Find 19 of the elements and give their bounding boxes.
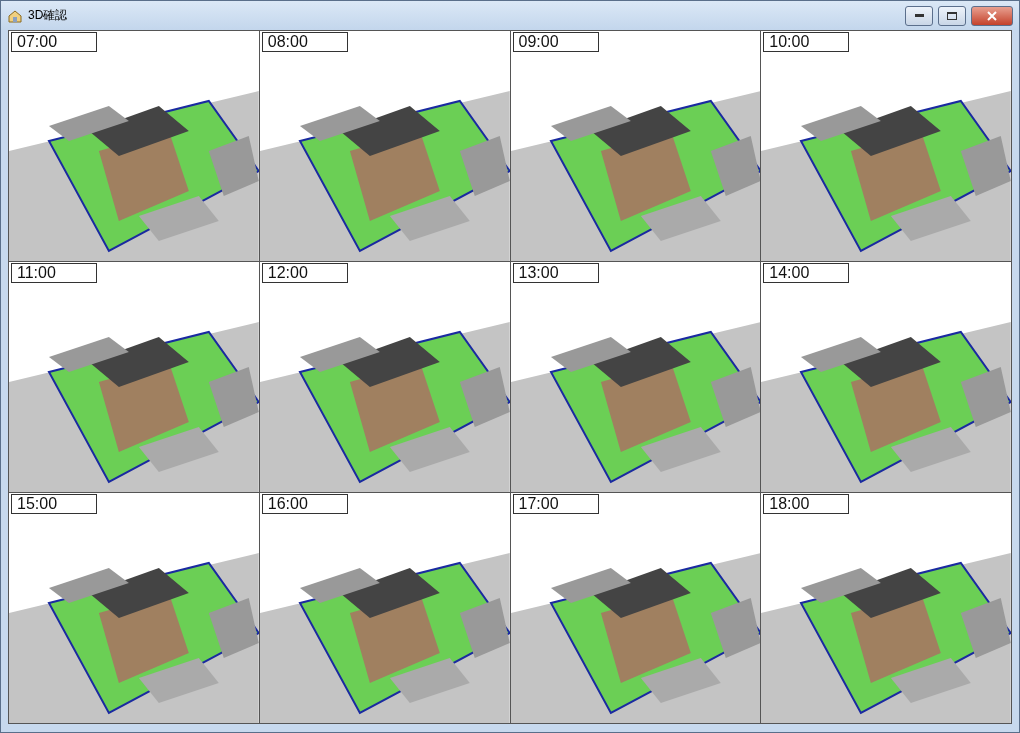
time-label: 14:00 — [763, 263, 850, 283]
time-label: 09:00 — [512, 32, 599, 52]
close-button[interactable] — [971, 5, 1013, 26]
time-label: 07:00 — [11, 32, 97, 52]
minimize-icon — [914, 14, 924, 17]
time-label: 18:00 — [763, 494, 850, 514]
minimize-button[interactable] — [905, 5, 933, 26]
time-label: 11:00 — [11, 263, 97, 283]
time-label: 13:00 — [512, 263, 599, 283]
time-label: 17:00 — [512, 494, 599, 514]
time-label: 15:00 — [11, 494, 97, 514]
time-label: 10:00 — [763, 32, 850, 52]
time-label: 08:00 — [261, 32, 348, 52]
time-label: 16:00 — [261, 494, 348, 514]
time-label: 12:00 — [261, 263, 348, 283]
maximize-icon — [947, 11, 957, 20]
close-icon — [987, 10, 997, 21]
window-title: 3D確認 — [28, 7, 69, 24]
maximize-button[interactable] — [938, 5, 966, 26]
